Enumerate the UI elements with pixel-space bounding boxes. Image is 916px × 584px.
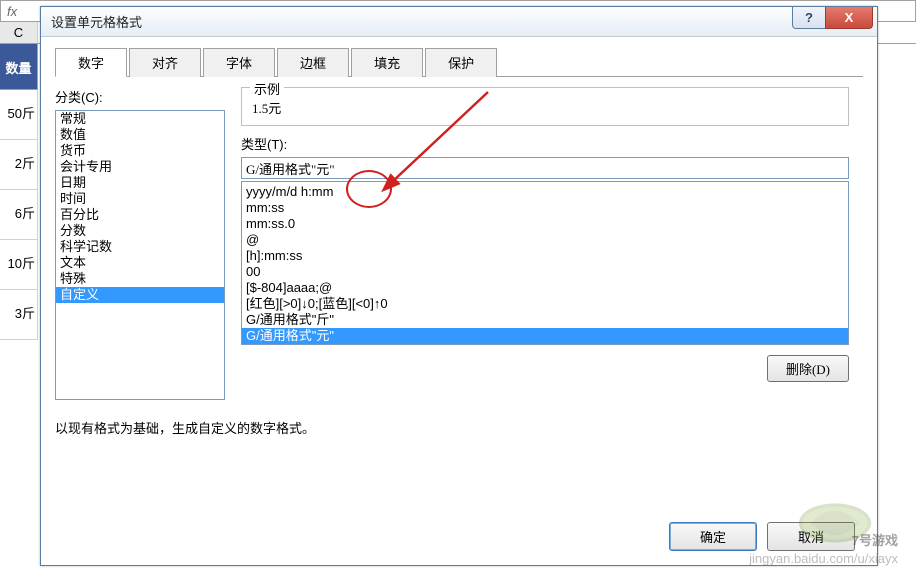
format-item[interactable]: mm:ss [242,200,848,216]
format-item[interactable]: G/通用格式"斤" [242,312,848,328]
delete-button[interactable]: 删除(D) [767,355,849,382]
format-item[interactable]: [红色][>0]↓0;[蓝色][<0]↑0 [242,296,848,312]
format-item[interactable]: yyyy/m/d h:mm [242,184,848,200]
type-input[interactable] [241,157,849,179]
tab-4[interactable]: 填充 [351,48,423,77]
category-item[interactable]: 特殊 [56,271,224,287]
category-label: 分类(C): [55,87,225,106]
data-cell[interactable]: 6斤 [0,190,38,240]
help-button[interactable]: ? [792,7,826,29]
format-listbox[interactable]: 上午/下午h"时"mm"分"ss"秒"yyyy/m/d h:mmmm:ssmm:… [241,181,849,345]
tab-strip: 数字对齐字体边框填充保护 [55,47,863,77]
tab-5[interactable]: 保护 [425,48,497,77]
ok-button[interactable]: 确定 [669,522,757,551]
dialog-title: 设置单元格格式 [51,12,142,31]
category-listbox[interactable]: 常规数值货币会计专用日期时间百分比分数科学记数文本特殊自定义 [55,110,225,400]
tab-1[interactable]: 对齐 [129,48,201,77]
category-item[interactable]: 百分比 [56,207,224,223]
tab-3[interactable]: 边框 [277,48,349,77]
category-item[interactable]: 日期 [56,175,224,191]
header-cell-quantity: 数量 [0,44,38,90]
sample-value: 1.5元 [252,98,838,117]
dialog-titlebar[interactable]: 设置单元格格式 ? X [41,7,877,37]
watermark-text: 7号游戏 jingyan.baidu.com/u/xiayx [749,528,898,566]
data-cell[interactable]: 3斤 [0,290,38,340]
category-item[interactable]: 时间 [56,191,224,207]
category-item[interactable]: 文本 [56,255,224,271]
format-item[interactable]: G/通用格式"元" [242,328,848,344]
annotation-circle [346,170,392,208]
hint-text: 以现有格式为基础，生成自定义的数字格式。 [55,418,863,437]
category-item[interactable]: 会计专用 [56,159,224,175]
category-item[interactable]: 分数 [56,223,224,239]
data-cell[interactable]: 2斤 [0,140,38,190]
category-item[interactable]: 数值 [56,127,224,143]
type-label: 类型(T): [241,134,849,153]
format-item[interactable]: mm:ss.0 [242,216,848,232]
data-cell[interactable]: 50斤 [0,90,38,140]
category-item[interactable]: 自定义 [56,287,224,303]
sample-fieldset: 示例 1.5元 [241,87,849,126]
sample-label: 示例 [250,79,284,98]
fx-label: fx [7,4,17,19]
data-cell[interactable]: 10斤 [0,240,38,290]
tab-2[interactable]: 字体 [203,48,275,77]
category-item[interactable]: 科学记数 [56,239,224,255]
format-item[interactable]: [h]:mm:ss [242,248,848,264]
category-item[interactable]: 常规 [56,111,224,127]
format-item[interactable]: [$-804]aaaa;@ [242,280,848,296]
format-item[interactable]: @ [242,232,848,248]
col-header-c[interactable]: C [0,22,38,43]
annotation-arrow [380,86,500,196]
category-item[interactable]: 货币 [56,143,224,159]
tab-0[interactable]: 数字 [55,48,127,77]
close-button[interactable]: X [825,7,873,29]
format-item[interactable]: 00 [242,264,848,280]
